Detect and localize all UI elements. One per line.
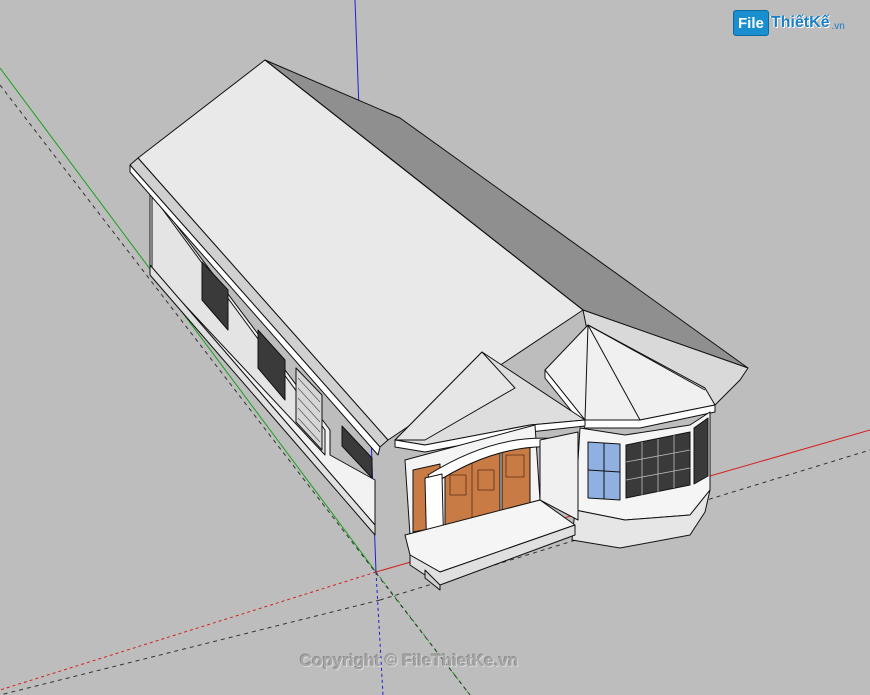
copyright-watermark: Copyright © FileThietKe.vn	[300, 651, 519, 670]
blue-axis-negative	[375, 571, 384, 695]
logo-text: ThiếtKế	[770, 14, 830, 31]
inference-line-c	[0, 599, 381, 695]
logo-file-box: File	[733, 10, 769, 36]
bay-window-right	[693, 417, 709, 485]
red-axis-negative	[0, 571, 377, 691]
logo-domain: .vn	[831, 20, 845, 32]
model-viewport[interactable]	[0, 0, 870, 695]
house-model[interactable]	[129, 59, 749, 591]
site-logo: File ThiếtKế .vn	[733, 10, 845, 36]
